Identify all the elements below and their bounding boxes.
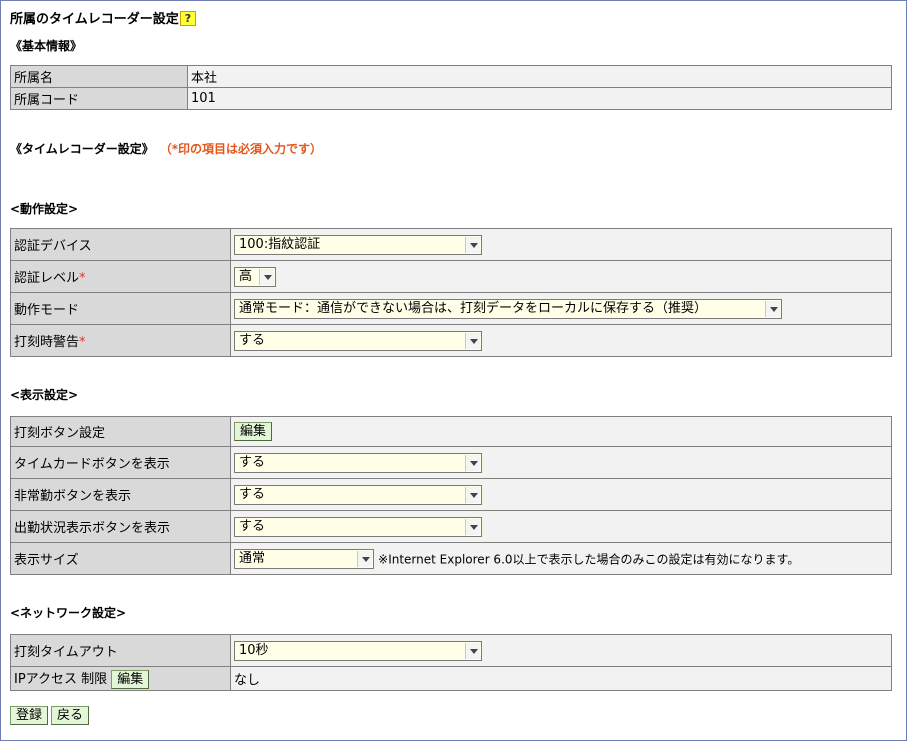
help-button[interactable]: ? [179,11,197,26]
page-title-text: 所属のタイムレコーダー設定 [10,12,179,27]
table-row: 所属コード 101 [10,87,892,110]
timerecorder-settings-heading: 《タイムレコーダー設定》 （*印の項目は必須入力です） [10,140,322,157]
table-row: 動作モード 通常モード：通信ができない場合は、打刻データをローカルに保存する（推… [10,292,892,325]
operation-mode-select-value: 通常モード：通信ができない場合は、打刻データをローカルに保存する（推奨） [239,300,708,316]
ip-access-edit-button[interactable]: 編集 [111,670,150,689]
auth-level-cell: 高 [230,260,892,293]
attendance-button-select[interactable]: する [234,516,482,537]
attendance-button-cell: する [230,510,892,543]
stamp-timeout-label: 打刻タイムアウト [10,634,231,667]
stamp-button-settings-label: 打刻ボタン設定 [10,416,231,447]
operation-settings-table: 認証デバイス 100:指紋認証 認証レベル* 高 動作モード 通常モード：通信が… [10,228,892,357]
department-code-label: 所属コード [10,87,188,110]
department-name-value: 本社 [187,65,892,88]
chevron-down-icon [259,268,274,285]
footer-buttons: 登録 戻る [10,706,90,725]
chevron-down-icon [765,300,780,317]
stamp-warning-label: 打刻時警告* [10,324,231,357]
chevron-down-icon [465,454,480,471]
auth-level-select-value: 高 [239,268,253,284]
timecard-button-select[interactable]: する [234,452,482,473]
display-size-cell: 通常 ※Internet Explorer 6.0以上で表示した場合のみこの設定… [230,542,892,575]
table-row: 打刻時警告* する [10,324,892,357]
auth-level-label-text: 認証レベル [14,271,80,286]
ip-access-label: IPアクセス 制限 編集 [10,666,231,691]
table-row: 打刻ボタン設定 編集 [10,416,892,447]
network-settings-heading: <ネットワーク設定> [10,606,127,620]
operation-mode-select[interactable]: 通常モード：通信ができない場合は、打刻データをローカルに保存する（推奨） [234,298,782,319]
ip-access-label-text: IPアクセス 制限 [14,672,108,687]
department-name-label: 所属名 [10,65,188,88]
chevron-down-icon [357,550,372,567]
table-row: 所属名 本社 [10,65,892,88]
emergency-button-cell: する [230,478,892,511]
stamp-timeout-select-value: 10秒 [239,642,269,658]
emergency-button-select[interactable]: する [234,484,482,505]
auth-level-label: 認証レベル* [10,260,231,293]
register-button[interactable]: 登録 [10,706,49,725]
back-button[interactable]: 戻る [51,706,90,725]
display-settings-heading: <表示設定> [10,388,79,402]
chevron-down-icon [465,486,480,503]
department-code-value: 101 [187,87,892,110]
stamp-timeout-select[interactable]: 10秒 [234,640,482,661]
network-settings-table: 打刻タイムアウト 10秒 IPアクセス 制限 編集 なし [10,634,892,691]
chevron-down-icon [465,332,480,349]
auth-device-label: 認証デバイス [10,228,231,261]
table-row: 非常勤ボタンを表示 する [10,478,892,511]
stamp-button-settings-cell: 編集 [230,416,892,447]
attendance-button-label: 出勤状況表示ボタンを表示 [10,510,231,543]
table-row: 出勤状況表示ボタンを表示 する [10,510,892,543]
chevron-down-icon [465,642,480,659]
required-note: （*印の項目は必須入力です） [165,142,323,156]
basic-info-table: 所属名 本社 所属コード 101 [10,65,892,110]
operation-settings-heading: <動作設定> [10,202,79,216]
page-frame: 所属のタイムレコーダー設定? 《基本情報》 所属名 本社 所属コード 101 《… [0,0,907,741]
operation-mode-cell: 通常モード：通信ができない場合は、打刻データをローカルに保存する（推奨） [230,292,892,325]
operation-mode-label: 動作モード [10,292,231,325]
timecard-button-cell: する [230,446,892,479]
chevron-down-icon [465,236,480,253]
stamp-warning-cell: する [230,324,892,357]
stamp-warning-select-value: する [239,332,266,348]
ip-access-value: なし [230,666,892,691]
required-mark: * [79,335,86,350]
display-size-label: 表示サイズ [10,542,231,575]
attendance-button-select-value: する [239,518,266,534]
auth-level-select[interactable]: 高 [234,266,276,287]
auth-device-select-value: 100:指紋認証 [239,236,321,252]
display-settings-table: 打刻ボタン設定 編集 タイムカードボタンを表示 する 非常勤ボタンを表示 する … [10,416,892,575]
emergency-button-label: 非常勤ボタンを表示 [10,478,231,511]
emergency-button-select-value: する [239,486,266,502]
table-row: 認証レベル* 高 [10,260,892,293]
page-title: 所属のタイムレコーダー設定? [10,8,197,27]
stamp-button-edit-button[interactable]: 編集 [234,422,273,441]
stamp-timeout-cell: 10秒 [230,634,892,667]
chevron-down-icon [465,518,480,535]
auth-device-cell: 100:指紋認証 [230,228,892,261]
table-row: 認証デバイス 100:指紋認証 [10,228,892,261]
timecard-button-label: タイムカードボタンを表示 [10,446,231,479]
required-mark: * [79,271,86,286]
stamp-warning-select[interactable]: する [234,330,482,351]
table-row: 表示サイズ 通常 ※Internet Explorer 6.0以上で表示した場合… [10,542,892,575]
table-row: 打刻タイムアウト 10秒 [10,634,892,667]
display-size-select[interactable]: 通常 [234,548,374,569]
display-size-select-value: 通常 [239,550,266,566]
table-row: IPアクセス 制限 編集 なし [10,666,892,691]
basic-info-heading: 《基本情報》 [10,39,83,53]
stamp-warning-label-text: 打刻時警告 [14,335,80,350]
display-size-note: ※Internet Explorer 6.0以上で表示した場合のみこの設定は有効… [378,552,800,566]
timerecorder-settings-title: 《タイムレコーダー設定》 [10,142,154,156]
auth-device-select[interactable]: 100:指紋認証 [234,234,482,255]
timecard-button-select-value: する [239,454,266,470]
table-row: タイムカードボタンを表示 する [10,446,892,479]
